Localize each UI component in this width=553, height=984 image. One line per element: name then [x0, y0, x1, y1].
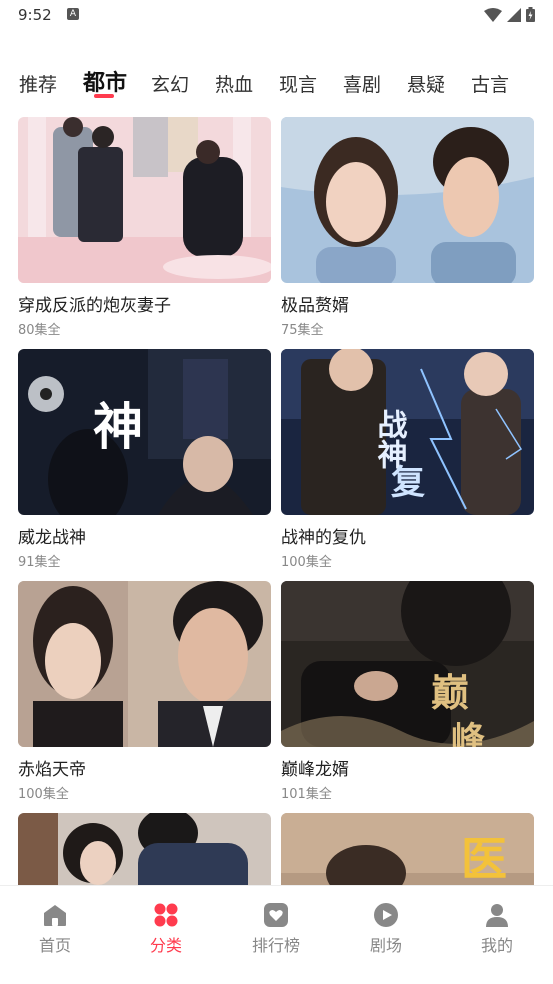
nav-profile[interactable]: 我的: [457, 902, 537, 956]
tab-urban[interactable]: 都市: [83, 65, 127, 97]
drama-grid: 穿成反派的炮灰妻子 80集全 极品赘婿 75集全 神 威龙战神 91集全 战神 …: [18, 117, 535, 885]
status-bar: 9:52 A: [0, 0, 553, 32]
drama-card[interactable]: [18, 813, 271, 885]
status-time: 9:52: [18, 6, 52, 24]
poster-title-glyph: 医: [461, 832, 507, 885]
status-icons: [484, 7, 535, 22]
drama-title[interactable]: 战神的复仇: [281, 523, 534, 548]
poster-title-glyph: 神: [93, 397, 143, 456]
episode-count: 80集全: [18, 323, 61, 338]
signal-icon: [507, 7, 521, 22]
nav-label: 排行榜: [251, 936, 300, 955]
drama-poster[interactable]: [18, 813, 271, 885]
drama-poster[interactable]: 战神 复: [281, 349, 534, 515]
nav-category[interactable]: 分类: [126, 902, 206, 956]
nav-ranking[interactable]: 排行榜: [236, 902, 316, 956]
drama-poster[interactable]: 巅 峰: [281, 581, 534, 747]
nav-label: 分类: [149, 936, 182, 955]
drama-title[interactable]: 穿成反派的炮灰妻子: [18, 291, 271, 316]
drama-card[interactable]: 巅 峰 巅峰龙婿 101集全: [281, 581, 534, 802]
drama-card[interactable]: 穿成反派的炮灰妻子 80集全: [18, 117, 271, 338]
poster-title-glyph: 战神: [372, 409, 408, 469]
drama-card[interactable]: 极品赘婿 75集全: [281, 117, 534, 338]
bottom-navigation: 首页 分类 排行榜 剧场 我的: [0, 885, 553, 984]
episode-count: 101集全: [281, 787, 332, 802]
tab-comedy[interactable]: 喜剧: [343, 70, 381, 97]
nav-label: 首页: [38, 936, 71, 955]
episode-count: 100集全: [18, 787, 69, 802]
nav-theater[interactable]: 剧场: [346, 902, 426, 956]
drama-poster[interactable]: 医: [281, 813, 534, 885]
drama-poster[interactable]: [18, 117, 271, 283]
category-tabs: 推荐 都市 玄幻 热血 现言 喜剧 悬疑 古言: [0, 62, 553, 102]
drama-card[interactable]: 神 威龙战神 91集全: [18, 349, 271, 570]
drama-card[interactable]: 赤焰天帝 100集全: [18, 581, 271, 802]
drama-title[interactable]: 巅峰龙婿: [281, 755, 534, 780]
drama-poster[interactable]: 神: [18, 349, 271, 515]
profile-icon: [486, 904, 508, 927]
tab-ancient-romance[interactable]: 古言: [471, 70, 509, 97]
poster-title-glyph: 复: [391, 463, 425, 503]
active-tab-indicator: [94, 94, 114, 98]
episode-count: 91集全: [18, 555, 61, 570]
tab-recommend[interactable]: 推荐: [19, 70, 57, 97]
a-icon: A: [67, 8, 79, 20]
poster-title-glyph: 峰: [451, 720, 485, 747]
drama-title[interactable]: 威龙战神: [18, 523, 271, 548]
poster-title-glyph: 巅: [431, 670, 469, 715]
drama-poster[interactable]: [18, 581, 271, 747]
episode-count: 75集全: [281, 323, 324, 338]
nav-home[interactable]: 首页: [15, 902, 95, 956]
category-icon: [154, 903, 178, 927]
drama-card[interactable]: 医: [281, 813, 534, 885]
home-icon: [44, 905, 66, 926]
tab-mystery[interactable]: 悬疑: [407, 70, 445, 97]
tab-passion[interactable]: 热血: [215, 70, 253, 97]
drama-title[interactable]: 极品赘婿: [281, 291, 534, 316]
wifi-icon: [484, 7, 502, 22]
episode-count: 100集全: [281, 555, 332, 570]
nav-label: 我的: [480, 936, 513, 955]
battery-icon: [526, 7, 535, 22]
drama-poster[interactable]: [281, 117, 534, 283]
drama-card[interactable]: 战神 复 战神的复仇 100集全: [281, 349, 534, 570]
play-icon: [374, 903, 398, 927]
nav-label: 剧场: [369, 936, 402, 955]
drama-title[interactable]: 赤焰天帝: [18, 755, 271, 780]
tab-modern-romance[interactable]: 现言: [279, 70, 317, 97]
ranking-icon: [264, 903, 288, 927]
tab-fantasy[interactable]: 玄幻: [151, 70, 189, 97]
